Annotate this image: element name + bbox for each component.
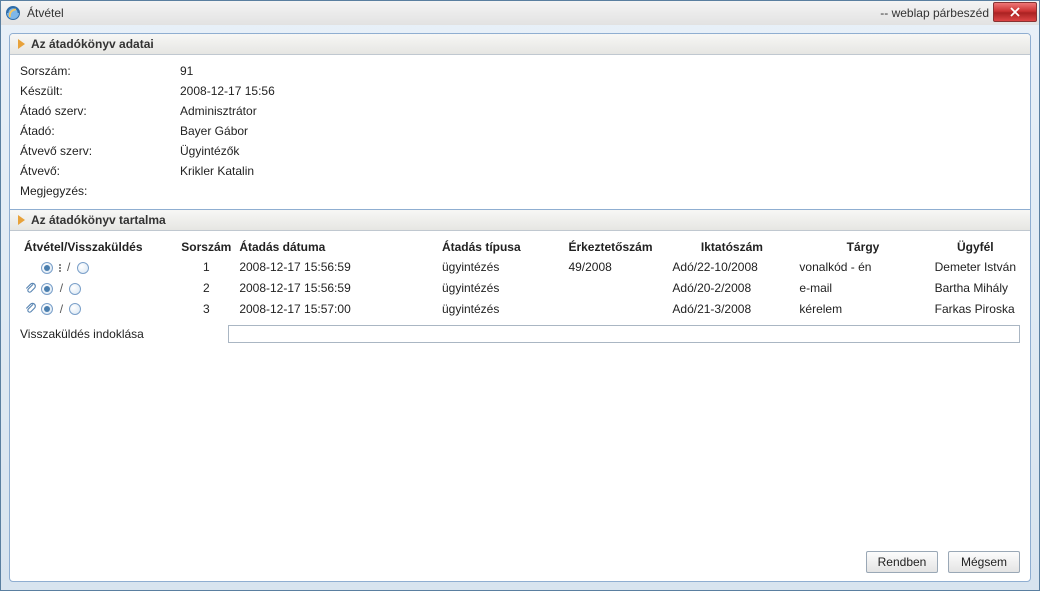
col-erk: Érkeztetőszám bbox=[564, 237, 668, 257]
cell-targy: e-mail bbox=[795, 278, 930, 299]
kv-row: Átadó szerv:Adminisztrátor bbox=[20, 101, 1020, 121]
col-atvetel: Átvétel/Visszaküldés bbox=[20, 237, 177, 257]
cell-erk: 49/2008 bbox=[564, 257, 668, 278]
kv-label: Megjegyzés: bbox=[20, 184, 180, 198]
cell-datum: 2008-12-17 15:57:00 bbox=[235, 299, 438, 320]
cell-sorszam: 1 bbox=[177, 257, 235, 278]
kv-row: Készült:2008-12-17 15:56 bbox=[20, 81, 1020, 101]
radio-separator: / bbox=[67, 260, 70, 274]
kv-label: Átadó szerv: bbox=[20, 104, 180, 118]
col-ugyfel: Ügyfél bbox=[931, 237, 1020, 257]
table-row: / 3 2008-12-17 15:57:00 ügyintézés Adó/2… bbox=[20, 299, 1020, 320]
return-radio[interactable] bbox=[69, 303, 81, 315]
main-panel: Az átadókönyv adatai Sorszám:91 Készült:… bbox=[9, 33, 1031, 582]
attachment-icon[interactable] bbox=[24, 302, 38, 316]
kv-row: Megjegyzés: bbox=[20, 181, 1020, 201]
cell-atvetel: / bbox=[20, 257, 177, 278]
button-row: Rendben Mégsem bbox=[10, 545, 1030, 581]
return-reason-label: Visszaküldés indoklása bbox=[20, 327, 220, 341]
triangle-icon bbox=[18, 215, 25, 225]
content-area: Az átadókönyv adatai Sorszám:91 Készült:… bbox=[1, 25, 1039, 590]
dialog-window: Átvétel -- weblap párbeszéd Az átadóköny… bbox=[0, 0, 1040, 591]
accept-radio[interactable] bbox=[41, 283, 53, 295]
table-row: / 1 2008-12-17 15:56:59 ügyintézés 49/20… bbox=[20, 257, 1020, 278]
section-title-content: Az átadókönyv tartalma bbox=[31, 213, 166, 227]
return-reason-input[interactable] bbox=[228, 325, 1020, 343]
kv-value: Adminisztrátor bbox=[180, 104, 257, 118]
kv-label: Készült: bbox=[20, 84, 180, 98]
table-row: / 2 2008-12-17 15:56:59 ügyintézés Adó/2… bbox=[20, 278, 1020, 299]
cell-erk bbox=[564, 278, 668, 299]
cell-sorszam: 3 bbox=[177, 299, 235, 320]
accept-radio[interactable] bbox=[41, 303, 53, 315]
cell-datum: 2008-12-17 15:56:59 bbox=[235, 278, 438, 299]
window-subtitle: -- weblap párbeszéd bbox=[880, 6, 989, 20]
cancel-button[interactable]: Mégsem bbox=[948, 551, 1020, 573]
kv-label: Átadó: bbox=[20, 124, 180, 138]
cell-ugyfel: Bartha Mihály bbox=[931, 278, 1020, 299]
cell-ikt: Adó/21-3/2008 bbox=[668, 299, 795, 320]
radio-separator: / bbox=[60, 302, 63, 316]
content-table: Átvétel/Visszaküldés Sorszám Átadás dátu… bbox=[20, 237, 1020, 319]
cell-ugyfel: Farkas Piroska bbox=[931, 299, 1020, 320]
cell-atvetel: / bbox=[20, 299, 177, 320]
kv-row: Átvevő szerv:Ügyintézők bbox=[20, 141, 1020, 161]
section-header-details: Az átadókönyv adatai bbox=[10, 34, 1030, 55]
cell-erk bbox=[564, 299, 668, 320]
radio-separator: / bbox=[60, 281, 63, 295]
return-radio[interactable] bbox=[77, 262, 89, 274]
table-wrap: Átvétel/Visszaküldés Sorszám Átadás dátu… bbox=[10, 231, 1030, 349]
cell-targy: kérelem bbox=[795, 299, 930, 320]
kv-row: Átvevő:Krikler Katalin bbox=[20, 161, 1020, 181]
cell-datum: 2008-12-17 15:56:59 bbox=[235, 257, 438, 278]
return-radio[interactable] bbox=[69, 283, 81, 295]
kv-label: Átvevő: bbox=[20, 164, 180, 178]
cell-tipus: ügyintézés bbox=[438, 278, 564, 299]
details-body: Sorszám:91 Készült:2008-12-17 15:56 Átad… bbox=[10, 55, 1030, 209]
close-button[interactable] bbox=[993, 2, 1037, 22]
window-title: Átvétel bbox=[27, 6, 880, 20]
cell-atvetel: / bbox=[20, 278, 177, 299]
ie-icon bbox=[5, 5, 21, 21]
cell-sorszam: 2 bbox=[177, 278, 235, 299]
cell-targy: vonalkód - én bbox=[795, 257, 930, 278]
cell-tipus: ügyintézés bbox=[438, 257, 564, 278]
col-tipus: Átadás típusa bbox=[438, 237, 564, 257]
cell-tipus: ügyintézés bbox=[438, 299, 564, 320]
table-header-row: Átvétel/Visszaküldés Sorszám Átadás dátu… bbox=[20, 237, 1020, 257]
col-ikt: Iktatószám bbox=[668, 237, 795, 257]
col-datum: Átadás dátuma bbox=[235, 237, 438, 257]
kv-value: Krikler Katalin bbox=[180, 164, 254, 178]
kv-value: 2008-12-17 15:56 bbox=[180, 84, 275, 98]
cell-ugyfel: Demeter István bbox=[931, 257, 1020, 278]
kv-label: Átvevő szerv: bbox=[20, 144, 180, 158]
attachment-icon[interactable] bbox=[24, 282, 38, 296]
kv-row: Sorszám:91 bbox=[20, 61, 1020, 81]
triangle-icon bbox=[18, 39, 25, 49]
kv-value: Ügyintézők bbox=[180, 144, 239, 158]
kv-value: 91 bbox=[180, 64, 193, 78]
kv-label: Sorszám: bbox=[20, 64, 180, 78]
titlebar: Átvétel -- weblap párbeszéd bbox=[1, 1, 1039, 25]
cell-ikt: Adó/20-2/2008 bbox=[668, 278, 795, 299]
kv-value: Bayer Gábor bbox=[180, 124, 248, 138]
col-targy: Tárgy bbox=[795, 237, 930, 257]
accept-radio[interactable] bbox=[41, 262, 53, 274]
kv-row: Átadó:Bayer Gábor bbox=[20, 121, 1020, 141]
cell-ikt: Adó/22-10/2008 bbox=[668, 257, 795, 278]
return-reason-row: Visszaküldés indoklása bbox=[20, 325, 1020, 343]
col-sorszam: Sorszám bbox=[177, 237, 235, 257]
drag-dots-icon bbox=[59, 263, 61, 273]
section-header-content: Az átadókönyv tartalma bbox=[10, 210, 1030, 231]
ok-button[interactable]: Rendben bbox=[866, 551, 938, 573]
section-title-details: Az átadókönyv adatai bbox=[31, 37, 154, 51]
